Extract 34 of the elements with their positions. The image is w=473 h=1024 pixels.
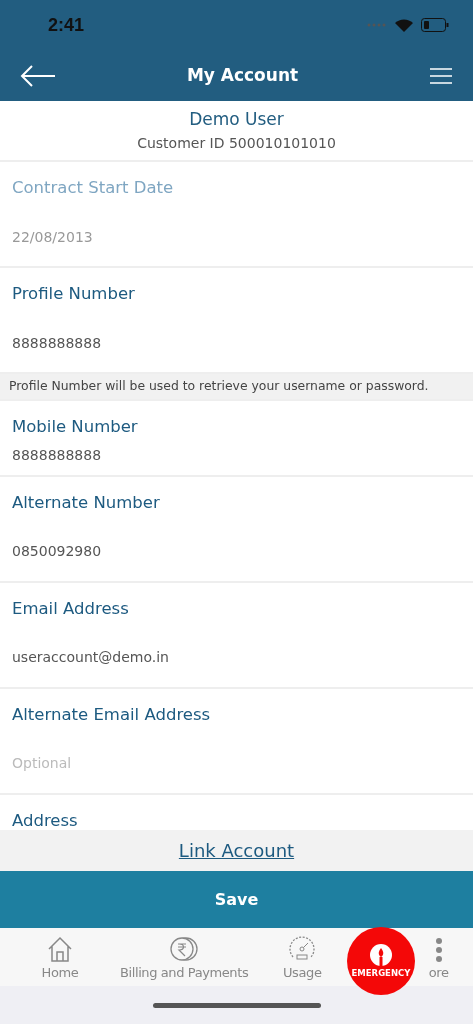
more-icon [434, 936, 443, 963]
home-icon [46, 934, 74, 963]
menu-icon[interactable] [429, 66, 453, 85]
field-value[interactable]: 0850092980 [12, 541, 461, 563]
user-name: Demo User [189, 108, 284, 132]
wifi-icon [395, 18, 413, 32]
page-title: My Account [186, 63, 299, 87]
input-field[interactable]: Alternate Number 0850092980 [0, 476, 473, 581]
link-account-link[interactable]: Link Account [178, 837, 295, 864]
customer-id: Customer ID 500010101010 [137, 133, 336, 153]
field-label: Address [12, 809, 79, 830]
input-field[interactable]: Mobile Number 8888888888 [0, 400, 473, 475]
input-field[interactable]: Alternate Email Address Optional [0, 688, 473, 793]
save-button[interactable]: Save [0, 871, 473, 928]
input-field[interactable]: Profile Number 8888888888 [0, 268, 473, 372]
field-label: Alternate Email Address [12, 703, 212, 726]
flame-icon [369, 942, 393, 967]
field-value[interactable]: 8888888888 [12, 445, 461, 467]
emergency-button[interactable]: EMERGENCY [347, 927, 415, 995]
field-label: Alternate Number [12, 491, 161, 514]
back-arrow-icon[interactable] [20, 63, 56, 88]
status-time: 2:41 [48, 13, 85, 37]
field-value[interactable]: useraccount@demo.in [12, 647, 461, 669]
field-value[interactable]: Optional [12, 753, 461, 775]
battery-icon [421, 18, 449, 32]
signal-icon [367, 23, 387, 27]
emergency-label: EMERGENCY [351, 966, 411, 980]
field-label: Profile Number [12, 283, 136, 305]
field-label: Mobile Number [12, 415, 139, 438]
input-field[interactable]: Email Address useraccount@demo.in [0, 582, 473, 687]
field-label: Email Address [12, 597, 130, 620]
field-label: Contract Start Date [12, 177, 175, 199]
field-value[interactable]: 8888888888 [12, 332, 461, 354]
coin-icon [169, 934, 200, 963]
